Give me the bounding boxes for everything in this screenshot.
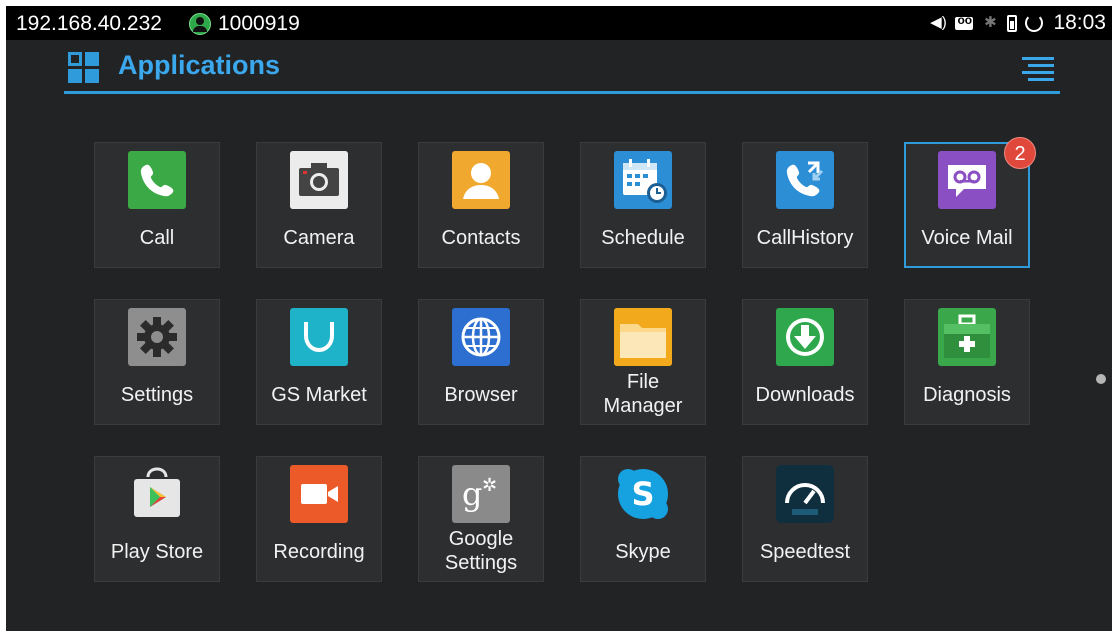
app-tile-gsmarket[interactable]: GS Market xyxy=(256,299,382,425)
header-divider xyxy=(64,91,1060,94)
app-tile-playstore[interactable]: Play Store xyxy=(94,456,220,582)
camera-icon xyxy=(290,151,348,209)
page-title: Applications xyxy=(118,50,281,80)
gear-icon xyxy=(128,308,186,366)
app-label-line1: Google xyxy=(448,528,514,550)
page-indicator-dot[interactable] xyxy=(1096,374,1106,384)
ip-address: 192.168.40.232 xyxy=(16,12,162,35)
app-label: CallHistory xyxy=(756,227,854,249)
notification-badge: 2 xyxy=(1004,137,1036,169)
calendar-icon xyxy=(614,151,672,209)
skype-icon: S xyxy=(614,465,672,523)
app-tile-camera[interactable]: Camera xyxy=(256,142,382,268)
first-aid-icon xyxy=(938,308,996,366)
app-label: Speedtest xyxy=(759,541,851,563)
app-tile-browser[interactable]: Browser xyxy=(418,299,544,425)
menu-icon[interactable] xyxy=(1022,57,1054,81)
app-grid-icon xyxy=(68,52,100,84)
clock: 18:03 xyxy=(1053,11,1106,34)
download-icon xyxy=(776,308,834,366)
contacts-icon xyxy=(452,151,510,209)
account-number: 1000919 xyxy=(218,12,300,35)
app-label: File Manager xyxy=(581,370,705,418)
svg-text:g: g xyxy=(462,475,482,513)
status-bar: 192.168.40.232 1000919 ◀) ✱ 18:03 xyxy=(6,6,1112,40)
status-icons: ◀) ✱ 18:03 xyxy=(929,11,1106,35)
app-label-line1: File xyxy=(626,371,660,393)
app-tile-settings[interactable]: Settings xyxy=(94,299,220,425)
app-header: Applications xyxy=(6,40,1112,96)
app-tile-googlesettings[interactable]: g ✲ Google Settings xyxy=(418,456,544,582)
globe-icon xyxy=(452,308,510,366)
app-label: Downloads xyxy=(755,384,855,406)
app-tile-callhistory[interactable]: CallHistory xyxy=(742,142,868,268)
app-label: Schedule xyxy=(601,227,685,249)
svg-text:S: S xyxy=(631,475,654,513)
app-tile-diagnosis[interactable]: Diagnosis xyxy=(904,299,1030,425)
home-screen: 192.168.40.232 1000919 ◀) ✱ 18:03 Applic… xyxy=(6,6,1112,631)
app-tile-call[interactable]: Call xyxy=(94,142,220,268)
svg-text:✲: ✲ xyxy=(482,475,497,496)
app-tile-contacts[interactable]: Contacts xyxy=(418,142,544,268)
app-tile-skype[interactable]: S Skype xyxy=(580,456,706,582)
voicemail-icon xyxy=(938,151,996,209)
sync-icon xyxy=(1025,14,1044,32)
app-tile-speedtest[interactable]: Speedtest xyxy=(742,456,868,582)
app-label-line2: Manager xyxy=(603,395,683,417)
phone-icon xyxy=(128,151,186,209)
app-tile-schedule[interactable]: Schedule xyxy=(580,142,706,268)
app-label: Contacts xyxy=(441,227,521,249)
folder-icon xyxy=(614,308,672,366)
google-settings-icon: g ✲ xyxy=(452,465,510,523)
app-label: Browser xyxy=(444,384,518,406)
app-tile-filemanager[interactable]: File Manager xyxy=(580,299,706,425)
app-label: Voice Mail xyxy=(921,227,1013,249)
speedometer-icon xyxy=(776,465,834,523)
app-label: Settings xyxy=(120,384,194,406)
app-label: Skype xyxy=(615,541,671,563)
app-label: Recording xyxy=(273,541,365,563)
voicemail-status-icon xyxy=(955,13,974,30)
app-label: Play Store xyxy=(110,541,204,563)
play-store-icon xyxy=(128,465,186,523)
app-label: Diagnosis xyxy=(923,384,1011,406)
bluetooth-icon: ✱ xyxy=(984,14,997,31)
app-label: Call xyxy=(139,227,175,249)
app-label: GS Market xyxy=(271,384,367,406)
market-bag-icon xyxy=(290,308,348,366)
app-label-line2: Settings xyxy=(444,552,518,574)
app-tile-downloads[interactable]: Downloads xyxy=(742,299,868,425)
app-tile-recording[interactable]: Recording xyxy=(256,456,382,582)
speaker-icon: ◀) xyxy=(930,14,947,31)
app-label: Camera xyxy=(283,227,355,249)
call-history-icon xyxy=(776,151,834,209)
battery-icon xyxy=(1007,14,1018,32)
app-label: Google Settings xyxy=(419,527,543,575)
account-status-icon xyxy=(189,13,211,35)
video-camera-icon xyxy=(290,465,348,523)
